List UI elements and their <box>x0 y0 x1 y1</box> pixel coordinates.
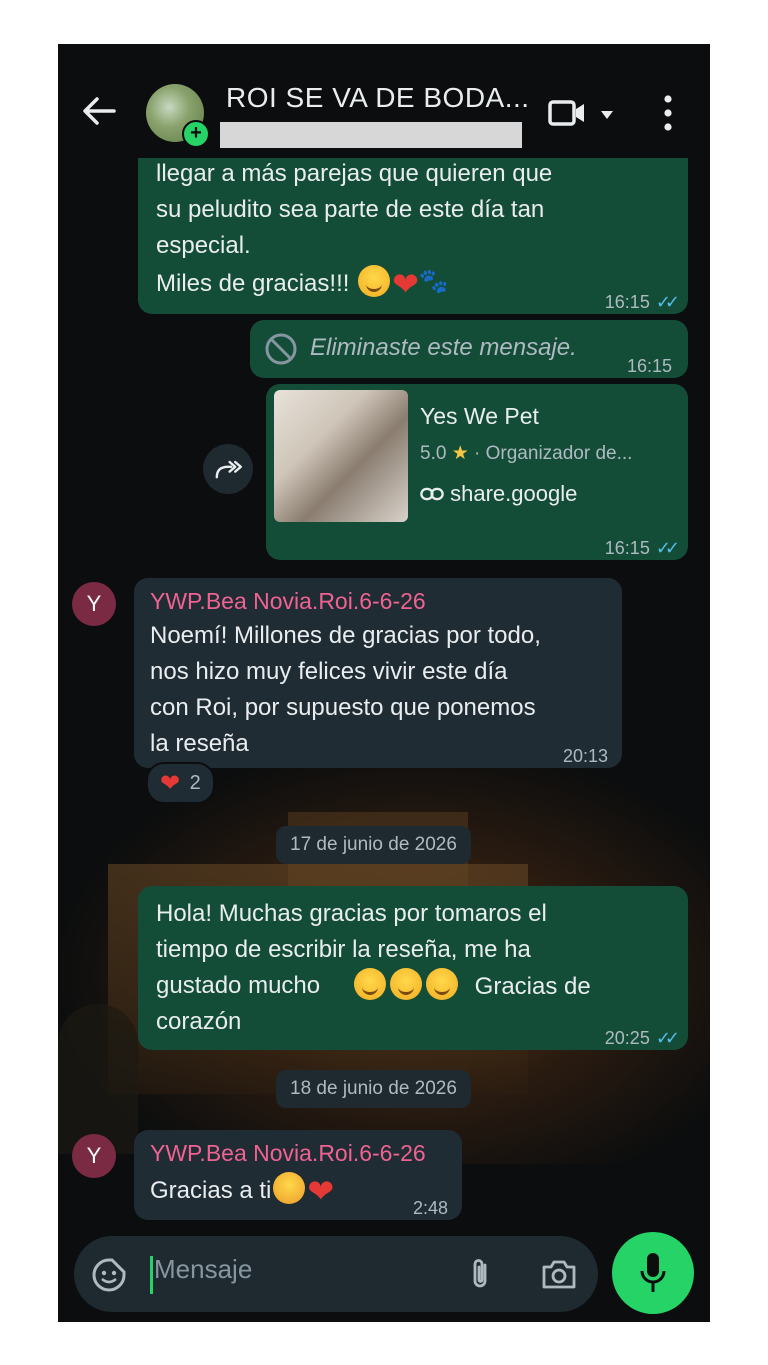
red-heart-emoji-icon: ❤ <box>160 770 181 797</box>
red-heart-emoji-icon: ❤ <box>307 1173 335 1209</box>
redacted-subtitle <box>220 122 522 148</box>
link-preview-card[interactable]: Yes We Pet 5.0 ★ · Organizador de... sha… <box>266 384 688 528</box>
wallpaper-tree <box>58 1004 138 1154</box>
sender-name[interactable]: YWP.Bea Novia.Roi.6-6-26 <box>150 586 426 616</box>
sender-name[interactable]: YWP.Bea Novia.Roi.6-6-26 <box>150 1138 426 1168</box>
incoming-message[interactable]: YWP.Bea Novia.Roi.6-6-26 Gracias a ti ❤ 2… <box>134 1130 462 1220</box>
date-separator: 18 de junio de 2026 <box>276 1070 471 1108</box>
incoming-message[interactable]: YWP.Bea Novia.Roi.6-6-26 Noemí! Millones… <box>134 578 622 768</box>
place-category: · Organizador de... <box>474 443 633 464</box>
time-text: 20:25 <box>604 1028 650 1048</box>
message-text: Miles de gracias!!! <box>156 270 350 297</box>
back-arrow-icon[interactable] <box>82 96 116 126</box>
smiling-face-emoji-icon <box>354 968 386 1000</box>
date-separator: 17 de junio de 2026 <box>276 826 471 864</box>
read-ticks-icon: ✓✓ <box>655 538 680 558</box>
more-vert-icon[interactable] <box>662 94 674 132</box>
url-text: share.google <box>450 481 578 506</box>
chat-title[interactable]: ROI SE VA DE BODA... <box>226 82 530 114</box>
deleted-message[interactable]: Eliminaste este mensaje. 16:15 <box>250 320 688 378</box>
paperclip-icon[interactable] <box>466 1256 494 1292</box>
link-preview-rating: 5.0 ★ · Organizador de... <box>420 436 632 472</box>
read-ticks-icon: ✓✓ <box>655 292 680 312</box>
message-text: corazón <box>156 1008 242 1035</box>
link-preview-image <box>274 390 408 522</box>
smiling-face-emoji-icon <box>426 968 458 1000</box>
red-heart-emoji-icon: ❤ <box>392 266 419 302</box>
message-text: Gracias a ti <box>150 1177 272 1204</box>
forward-button[interactable] <box>203 444 253 494</box>
chat-screen: + ROI SE VA DE BODA... llegar a más pare… <box>58 44 710 1322</box>
smiling-face-emoji-icon <box>358 265 391 297</box>
hugging-face-emoji-icon <box>273 1172 306 1204</box>
outgoing-message[interactable]: llegar a más parejas que quieren que su … <box>138 144 688 314</box>
link-preview-url[interactable]: share.google <box>420 476 577 512</box>
message-text: llegar a más parejas que quieren que su … <box>156 160 553 259</box>
message-text-emoji-line: Gracias de <box>352 968 591 1005</box>
message-time: 20:13 <box>562 746 608 766</box>
link-preview-title: Yes We Pet <box>420 403 539 429</box>
message-composer[interactable]: Mensaje <box>74 1236 598 1312</box>
add-participant-icon: + <box>182 120 210 148</box>
link-preview-message[interactable]: Yes We Pet 5.0 ★ · Organizador de... sha… <box>266 384 688 560</box>
message-time: 16:15 ✓✓ <box>604 530 680 566</box>
chat-header: + ROI SE VA DE BODA... <box>58 44 710 158</box>
message-time: 16:15 ✓✓ <box>604 284 680 320</box>
blocked-icon <box>265 333 297 365</box>
forward-icon <box>215 460 242 479</box>
message-input[interactable]: Mensaje <box>154 1254 252 1285</box>
time-text: 16:15 <box>604 538 650 558</box>
text-cursor <box>150 1256 153 1294</box>
camera-icon[interactable] <box>540 1258 578 1290</box>
message-text: Gracias de <box>474 973 591 1000</box>
reaction-badge[interactable]: ❤ 2 <box>146 762 215 804</box>
smiling-face-emoji-icon <box>390 968 422 1000</box>
reaction-count: 2 <box>189 772 201 794</box>
message-text-last-line: Miles de gracias!!! ❤🐾 <box>156 264 449 302</box>
link-icon <box>420 487 444 501</box>
message-time: 20:25 ✓✓ <box>604 1020 680 1056</box>
paw-prints-emoji-icon: 🐾 <box>418 268 449 295</box>
star-icon: ★ <box>451 443 469 464</box>
message-text: Noemí! Millones de gracias por todo, nos… <box>150 622 541 757</box>
read-ticks-icon: ✓✓ <box>655 1028 680 1048</box>
sticker-icon[interactable] <box>92 1258 126 1292</box>
message-time: 16:15 <box>626 356 672 376</box>
time-text: 16:15 <box>604 292 650 312</box>
rating-value: 5.0 <box>420 443 447 464</box>
microphone-icon <box>640 1253 666 1292</box>
sender-avatar[interactable]: Y <box>72 582 116 626</box>
sender-avatar[interactable]: Y <box>72 1134 116 1178</box>
video-call-icon[interactable] <box>548 98 586 128</box>
message-time: 2:48 <box>412 1198 448 1218</box>
voice-message-button[interactable] <box>612 1232 694 1314</box>
deleted-message-text: Eliminaste este mensaje. <box>310 334 577 361</box>
chevron-down-icon[interactable] <box>600 110 614 120</box>
message-text-line: Gracias a ti ❤ <box>150 1172 334 1209</box>
outgoing-message[interactable]: Hola! Muchas gracias por tomaros el tiem… <box>138 886 688 1050</box>
